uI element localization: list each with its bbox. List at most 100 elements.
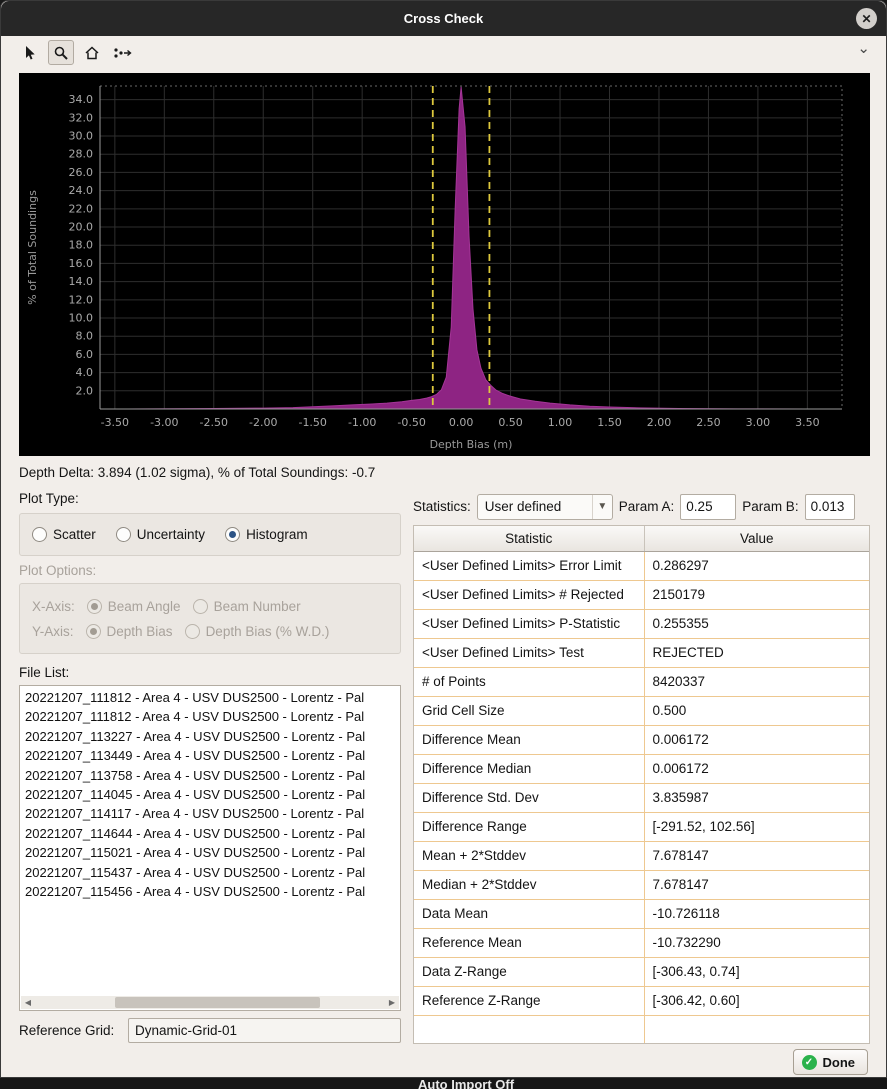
reference-grid-input[interactable] (128, 1018, 401, 1043)
plot-options-label: Plot Options: (19, 563, 96, 578)
stat-value-cell: 0.500 (644, 696, 869, 725)
stat-value-cell: 3.835987 (644, 783, 869, 812)
stat-value-cell: 0.255355 (644, 609, 869, 638)
svg-text:1.50: 1.50 (597, 416, 622, 429)
param-b-input[interactable] (805, 494, 855, 520)
file-list-item[interactable]: 20221207_114117 - Area 4 - USV DUS2500 -… (22, 804, 398, 823)
x-axis-label: X-Axis: (32, 599, 75, 614)
stat-value-cell: [-306.42, 0.60] (644, 986, 869, 1015)
stats-table-row[interactable]: Mean + 2*Stddev7.678147 (414, 841, 869, 870)
scrollbar-thumb[interactable] (115, 997, 320, 1008)
svg-text:-1.50: -1.50 (298, 416, 326, 429)
stat-name-cell: Mean + 2*Stddev (414, 841, 644, 870)
stat-value-cell: [-291.52, 102.56] (644, 812, 869, 841)
svg-text:0.00: 0.00 (449, 416, 474, 429)
radio-histogram[interactable]: Histogram (225, 527, 308, 542)
file-list-item[interactable]: 20221207_115456 - Area 4 - USV DUS2500 -… (22, 882, 398, 901)
radio-scatter[interactable]: Scatter (32, 527, 96, 542)
select-tool-button[interactable] (17, 40, 43, 65)
radio-depth-bias: Depth Bias (86, 624, 173, 639)
chevron-down-icon[interactable]: ⌄ (857, 39, 870, 57)
file-list[interactable]: 20221207_111812 - Area 4 - USV DUS2500 -… (19, 685, 401, 1011)
stats-table-row[interactable] (414, 1015, 869, 1044)
summary-line: Depth Delta: 3.894 (1.02 sigma), % of To… (19, 465, 375, 480)
reference-grid-label: Reference Grid: (19, 1023, 114, 1038)
svg-text:10.0: 10.0 (69, 312, 94, 325)
stats-table-row[interactable]: <User Defined Limits> # Rejected2150179 (414, 580, 869, 609)
stat-name-cell: Data Mean (414, 899, 644, 928)
zoom-extents-button[interactable] (110, 40, 136, 65)
titlebar[interactable]: Cross Check ✕ (1, 1, 886, 36)
file-list-item[interactable]: 20221207_111812 - Area 4 - USV DUS2500 -… (22, 707, 398, 726)
stats-table-row[interactable]: <User Defined Limits> TestREJECTED (414, 638, 869, 667)
home-view-button[interactable] (79, 40, 105, 65)
value-column-header[interactable]: Value (644, 526, 869, 551)
stats-table-row[interactable]: Reference Z-Range[-306.42, 0.60] (414, 986, 869, 1015)
radio-depth-bias-percent: Depth Bias (% W.D.) (185, 624, 330, 639)
home-icon (84, 45, 100, 61)
stats-table-row[interactable]: # of Points8420337 (414, 667, 869, 696)
stats-table-row[interactable]: <User Defined Limits> Error Limit0.28629… (414, 551, 869, 580)
statistics-dropdown[interactable]: User defined ▼ (477, 494, 613, 520)
stats-table-row[interactable]: Median + 2*Stddev7.678147 (414, 870, 869, 899)
stats-table-row[interactable]: Reference Mean-10.732290 (414, 928, 869, 957)
stats-table-row[interactable]: Difference Std. Dev3.835987 (414, 783, 869, 812)
svg-text:16.0: 16.0 (69, 257, 94, 270)
stats-table-row[interactable]: Data Mean-10.726118 (414, 899, 869, 928)
cross-check-dialog: Cross Check ✕ ⌄ -3.50-3.00-2.50-2.00-1.5… (0, 0, 887, 1078)
stats-table-row[interactable]: Data Z-Range[-306.43, 0.74] (414, 957, 869, 986)
radio-label: Scatter (53, 527, 96, 542)
stats-table-row[interactable]: Grid Cell Size0.500 (414, 696, 869, 725)
cursor-icon (22, 45, 38, 61)
file-list-item[interactable]: 20221207_115021 - Area 4 - USV DUS2500 -… (22, 843, 398, 862)
stat-name-cell: Median + 2*Stddev (414, 870, 644, 899)
svg-text:-2.00: -2.00 (249, 416, 277, 429)
stats-table-row[interactable]: Difference Median0.006172 (414, 754, 869, 783)
stat-name-cell: Difference Std. Dev (414, 783, 644, 812)
radio-unchecked-icon (193, 599, 208, 614)
horizontal-scrollbar[interactable]: ◀ ▶ (21, 996, 399, 1009)
radio-beam-number: Beam Number (193, 599, 301, 614)
stat-name-cell: <User Defined Limits> P-Statistic (414, 609, 644, 638)
stats-table-row[interactable]: <User Defined Limits> P-Statistic0.25535… (414, 609, 869, 638)
radio-unchecked-icon (32, 527, 47, 542)
stat-value-cell: -10.732290 (644, 928, 869, 957)
file-list-item[interactable]: 20221207_113449 - Area 4 - USV DUS2500 -… (22, 746, 398, 765)
file-list-item[interactable]: 20221207_114644 - Area 4 - USV DUS2500 -… (22, 824, 398, 843)
file-list-item[interactable]: 20221207_111812 - Area 4 - USV DUS2500 -… (22, 688, 398, 707)
done-button[interactable]: ✓ Done (793, 1049, 869, 1075)
statistic-column-header[interactable]: Statistic (414, 526, 644, 551)
scrollbar-track[interactable] (35, 996, 385, 1009)
file-list-item[interactable]: 20221207_113758 - Area 4 - USV DUS2500 -… (22, 766, 398, 785)
stats-table-header-row: Statistic Value (414, 526, 869, 551)
background-window-text: Auto Import Off (418, 1078, 514, 1089)
param-a-label: Param A: (619, 499, 675, 514)
svg-text:18.0: 18.0 (69, 239, 94, 252)
statistics-label: Statistics: (413, 499, 471, 514)
stats-table-row[interactable]: Difference Mean0.006172 (414, 725, 869, 754)
file-list-item[interactable]: 20221207_115437 - Area 4 - USV DUS2500 -… (22, 863, 398, 882)
radio-unchecked-icon (185, 624, 200, 639)
scroll-left-arrow-icon[interactable]: ◀ (21, 996, 35, 1009)
stat-value-cell (644, 1015, 869, 1044)
file-list-item[interactable]: 20221207_113227 - Area 4 - USV DUS2500 -… (22, 727, 398, 746)
param-a-input[interactable] (680, 494, 736, 520)
scroll-right-arrow-icon[interactable]: ▶ (385, 996, 399, 1009)
svg-text:20.0: 20.0 (69, 221, 94, 234)
stat-value-cell: 0.006172 (644, 754, 869, 783)
histogram-plot[interactable]: -3.50-3.00-2.50-2.00-1.50-1.00-0.500.000… (19, 73, 870, 456)
stat-value-cell: 0.006172 (644, 725, 869, 754)
radio-label: Histogram (246, 527, 308, 542)
close-button[interactable]: ✕ (856, 8, 877, 29)
histogram-svg: -3.50-3.00-2.50-2.00-1.50-1.00-0.500.000… (19, 73, 870, 456)
stats-table-row[interactable]: Difference Range[-291.52, 102.56] (414, 812, 869, 841)
stat-name-cell: Difference Median (414, 754, 644, 783)
file-list-label: File List: (19, 665, 69, 680)
radio-uncertainty[interactable]: Uncertainty (116, 527, 205, 542)
svg-text:32.0: 32.0 (69, 111, 94, 124)
file-list-item[interactable]: 20221207_114045 - Area 4 - USV DUS2500 -… (22, 785, 398, 804)
window-title: Cross Check (404, 11, 483, 26)
zoom-tool-button[interactable] (48, 40, 74, 65)
svg-text:28.0: 28.0 (69, 148, 94, 161)
svg-text:-0.50: -0.50 (397, 416, 425, 429)
